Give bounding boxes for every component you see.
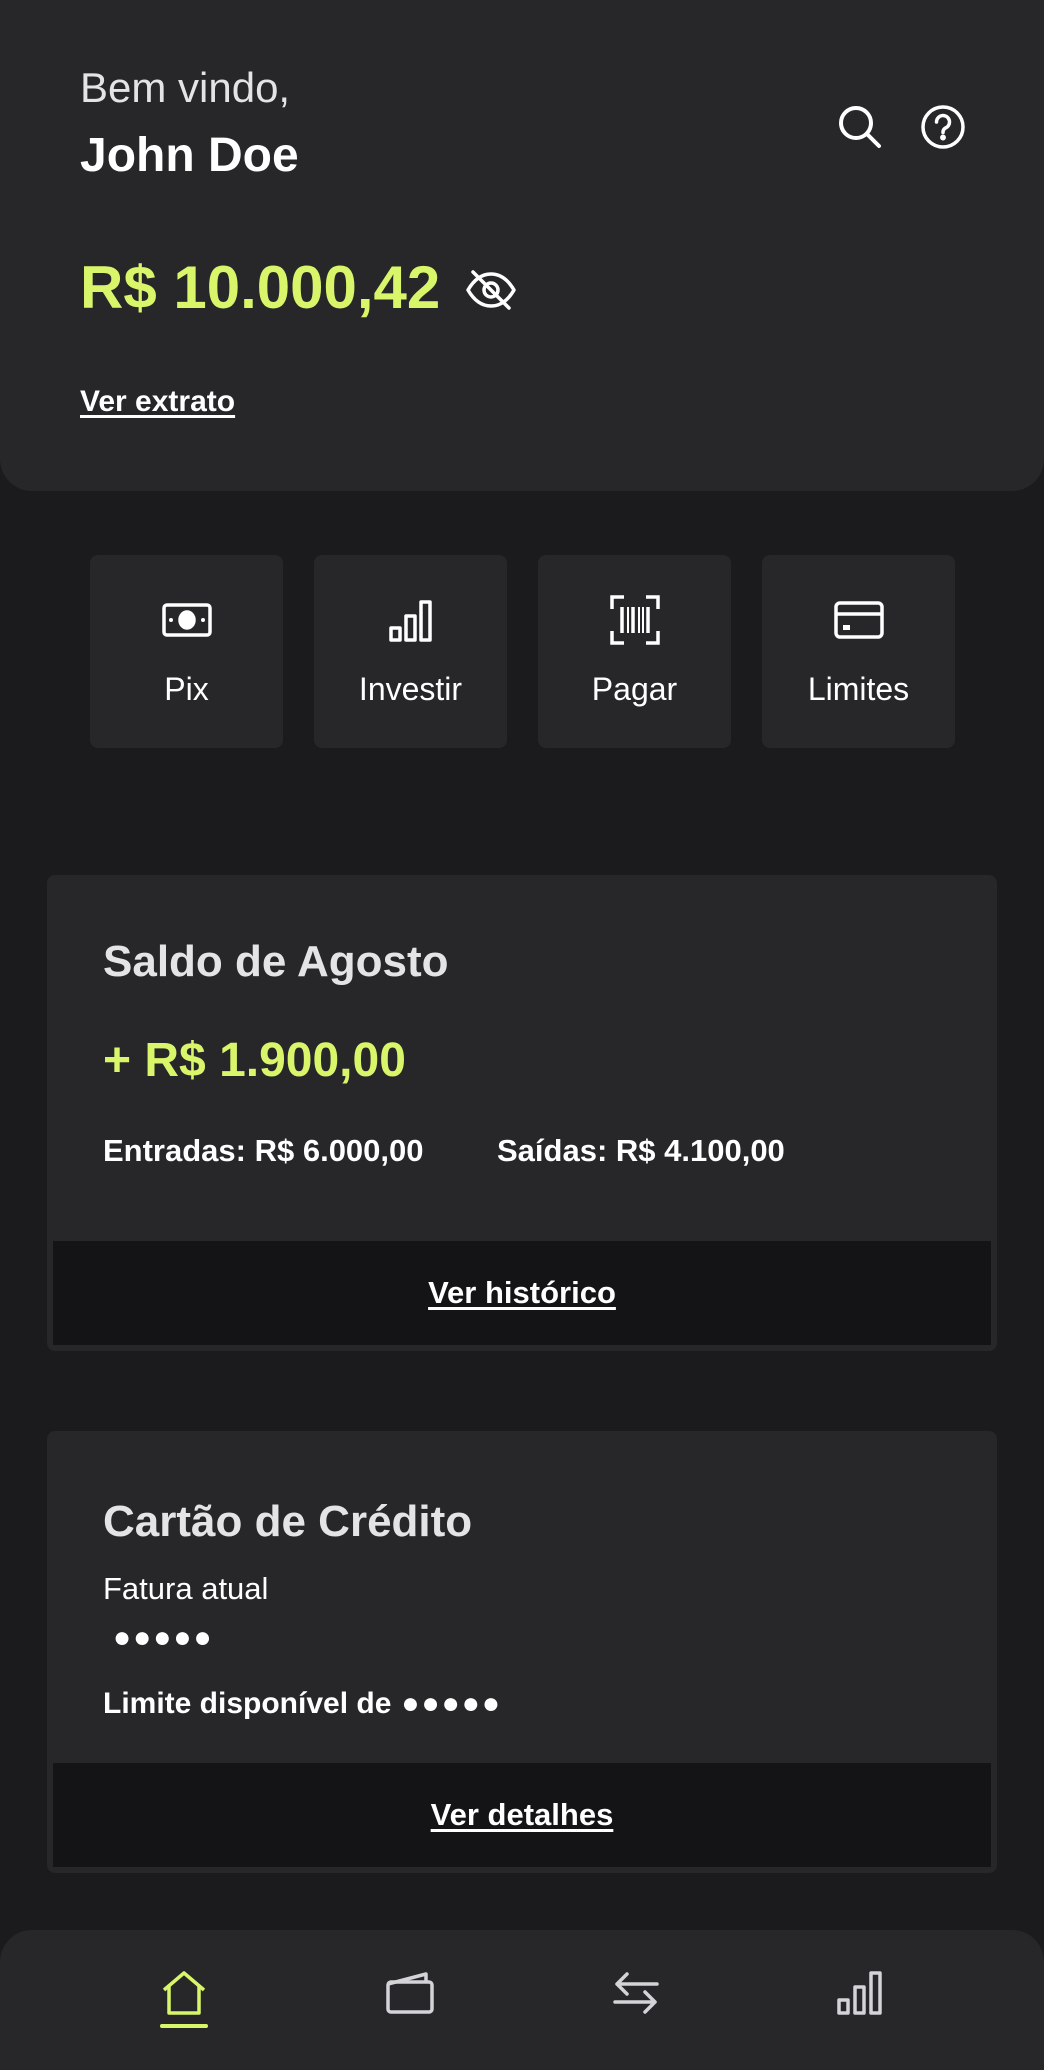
active-indicator: [160, 2024, 208, 2028]
view-details-link[interactable]: Ver detalhes: [431, 1797, 614, 1833]
income-total: Entradas: R$ 6.000,00: [103, 1133, 424, 1168]
monthly-balance-card: Saldo de Agosto + R$ 1.900,00 Entradas: …: [47, 875, 997, 1351]
nav-transfer[interactable]: [600, 1970, 672, 2046]
search-icon[interactable]: [835, 102, 885, 152]
home-icon: [162, 1971, 206, 2015]
action-limites[interactable]: Limites: [762, 555, 955, 748]
greeting-text: Bem vindo,: [80, 64, 291, 111]
limit-label: Limite disponível de: [103, 1687, 392, 1720]
account-balance: R$ 10.000,42: [80, 254, 441, 321]
card-footer: Ver histórico: [53, 1241, 991, 1345]
barcode-icon: [609, 593, 660, 647]
action-label: Investir: [358, 671, 463, 707]
action-pagar[interactable]: Pagar: [538, 555, 731, 748]
card-footer: Ver detalhes: [53, 1763, 991, 1867]
bottom-navigation: [0, 1930, 1044, 2070]
bar-chart-icon: [837, 1971, 882, 2015]
account-header: Bem vindo, John Doe R$ 10.000,42 Ver ext…: [0, 0, 1044, 491]
action-investir[interactable]: Investir: [314, 555, 507, 748]
limit-value-hidden: ●●●●●: [401, 1687, 502, 1720]
expenses-total: Saídas: R$ 4.100,00: [497, 1133, 785, 1168]
view-statement-link[interactable]: Ver extrato: [80, 385, 235, 419]
wallet-icon: [386, 1972, 434, 2014]
cash-icon: [161, 593, 212, 647]
invoice-label: Fatura atual: [103, 1571, 269, 1606]
nav-home[interactable]: [148, 1970, 220, 2046]
card-title: Saldo de Agosto: [103, 937, 449, 986]
bar-chart-icon: [388, 593, 433, 647]
invoice-value-hidden: ●●●●●: [113, 1621, 214, 1654]
view-history-link[interactable]: Ver histórico: [428, 1275, 616, 1311]
user-name: John Doe: [80, 129, 299, 182]
net-balance: + R$ 1.900,00: [103, 1034, 406, 1087]
action-label: Pix: [164, 671, 209, 707]
credit-card-icon: [833, 593, 884, 647]
transfer-icon: [613, 1972, 659, 2014]
help-icon[interactable]: [918, 102, 968, 152]
card-title: Cartão de Crédito: [103, 1497, 473, 1546]
nav-wallet[interactable]: [374, 1970, 446, 2046]
available-limit: Limite disponível de ●●●●●: [103, 1687, 502, 1721]
eye-off-icon[interactable]: [463, 265, 519, 315]
action-pix[interactable]: Pix: [90, 555, 283, 748]
credit-card-summary: Cartão de Crédito Fatura atual ●●●●● Lim…: [47, 1431, 997, 1873]
nav-investments[interactable]: [824, 1970, 896, 2046]
action-label: Limites: [807, 671, 910, 707]
action-label: Pagar: [591, 671, 678, 707]
